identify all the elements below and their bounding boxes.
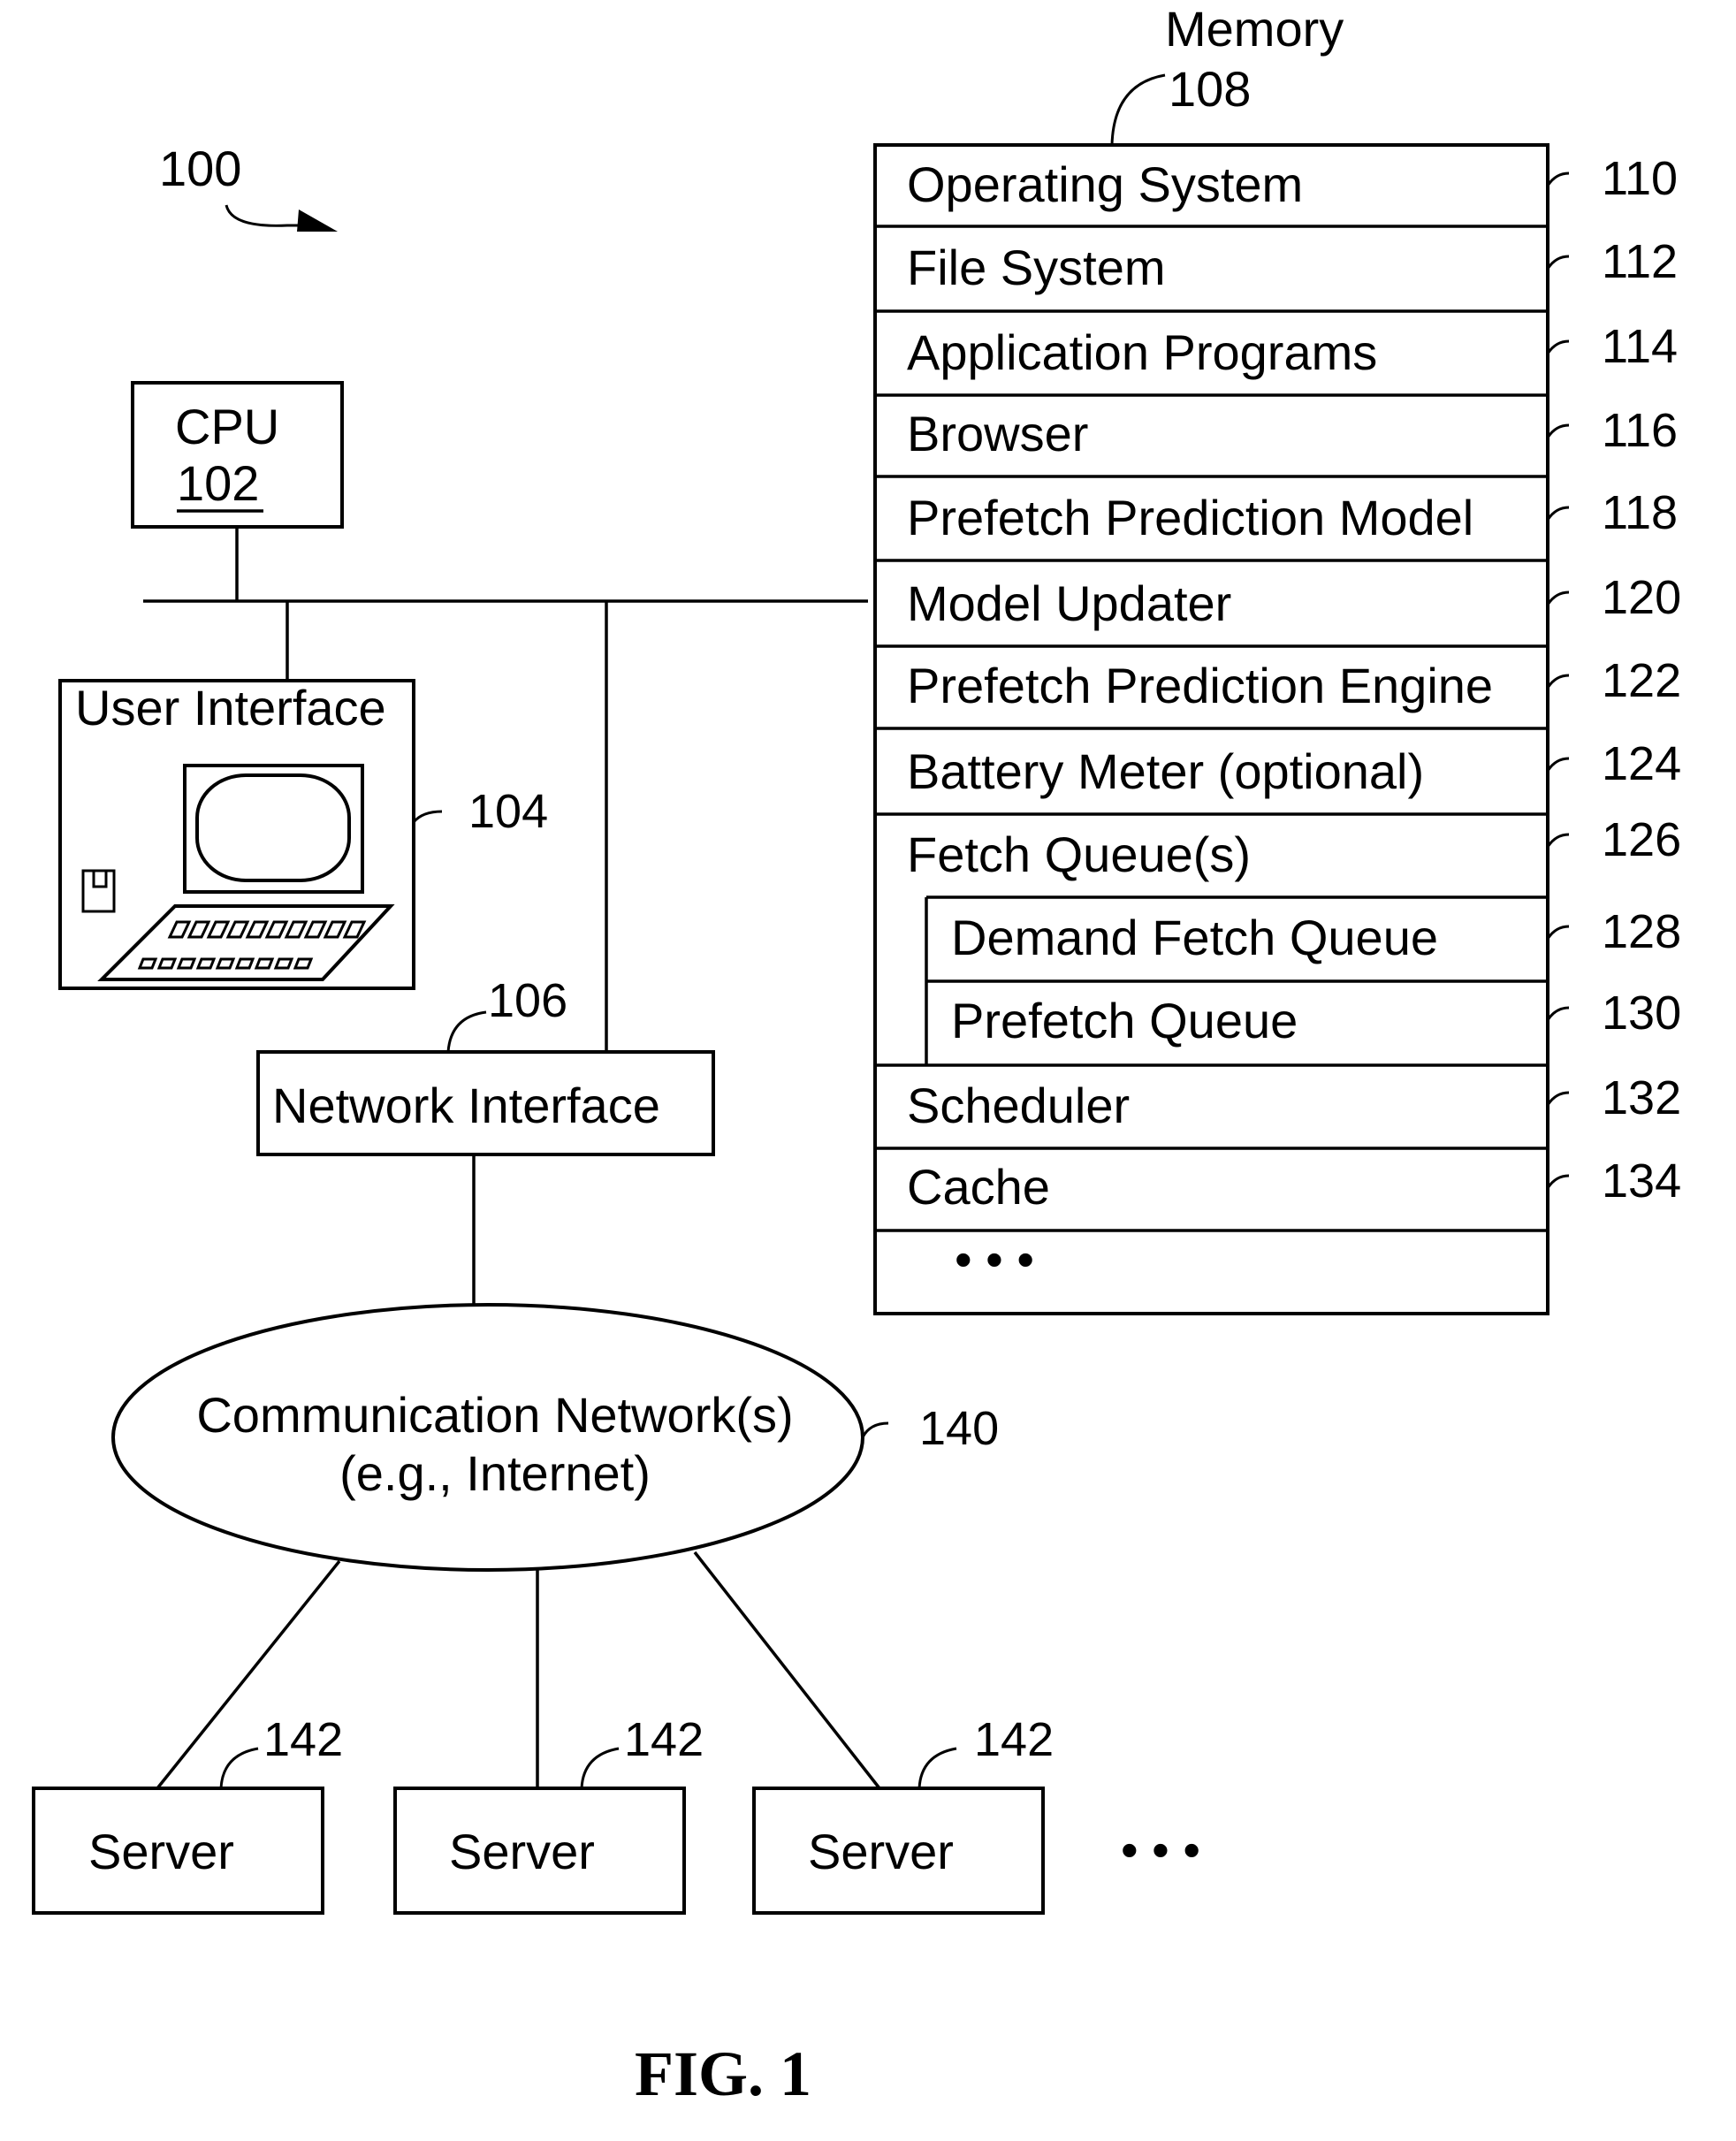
servers-ellipsis: • • • <box>1121 1822 1200 1878</box>
communication-network-ref: 140 <box>919 1402 999 1455</box>
memory-item-browser: Browser <box>907 406 1088 461</box>
server-label: Server <box>808 1824 954 1879</box>
user-interface-label: User Interface <box>75 680 386 735</box>
memory-item-battery-meter: Battery Meter (optional) <box>907 743 1424 799</box>
memory-ref-114: 114 <box>1602 320 1678 373</box>
server-2: Server 142 <box>393 1713 704 1915</box>
network-interface-ref: 106 <box>488 974 567 1027</box>
memory-item-prefetch-prediction-engine: Prefetch Prediction Engine <box>907 658 1493 713</box>
server-1: Server 142 <box>32 1713 343 1915</box>
memory-item-model-updater: Model Updater <box>907 575 1231 631</box>
memory-ref-130: 130 <box>1602 987 1681 1040</box>
memory-item-scheduler: Scheduler <box>907 1078 1130 1133</box>
memory-item-fetch-queues: Fetch Queue(s) <box>907 827 1251 882</box>
memory-item-prefetch-prediction-model: Prefetch Prediction Model <box>907 490 1473 545</box>
server-ref: 142 <box>974 1713 1054 1766</box>
network-interface-label: Network Interface <box>272 1078 660 1133</box>
memory-ref-112: 112 <box>1602 235 1678 288</box>
server-ref: 142 <box>263 1713 343 1766</box>
memory-ref-120: 120 <box>1602 571 1681 624</box>
memory-label: Memory <box>1165 1 1344 57</box>
cpu-label: CPU <box>175 399 279 454</box>
network-server-link-3 <box>693 1551 881 1790</box>
communication-network-sublabel: (e.g., Internet) <box>339 1445 651 1501</box>
memory-ref-leader <box>1110 73 1166 146</box>
server-label: Server <box>88 1824 234 1879</box>
figure-caption: FIG. 1 <box>635 2038 811 2109</box>
system-diagram: 100 CPU 102 User Interface 104 Network I… <box>32 1 1681 2109</box>
system-ref-label: 100 <box>159 141 241 196</box>
memory-ellipsis: • • • <box>955 1231 1034 1287</box>
communication-network-label: Communication Network(s) <box>196 1387 793 1443</box>
cpu-ref: 102 <box>177 455 259 511</box>
memory-ref-124: 124 <box>1602 737 1681 790</box>
server-ref: 142 <box>624 1713 704 1766</box>
network-interface-ref-leader <box>446 1010 487 1053</box>
memory-ref-126: 126 <box>1602 813 1681 866</box>
user-interface-ref-leader <box>412 810 443 824</box>
memory-item-demand-fetch-queue: Demand Fetch Queue <box>951 910 1438 965</box>
memory-item-prefetch-queue: Prefetch Queue <box>951 993 1298 1048</box>
memory-ref-110: 110 <box>1602 152 1678 205</box>
system-ref-arrowhead-icon <box>297 210 338 232</box>
memory-ref-132: 132 <box>1602 1071 1681 1124</box>
memory-ref-116: 116 <box>1602 404 1678 457</box>
server-3: Server 142 <box>752 1713 1054 1915</box>
memory-ref-128: 128 <box>1602 905 1681 958</box>
memory-item-application-programs: Application Programs <box>907 324 1377 380</box>
memory-item-cache: Cache <box>907 1159 1050 1215</box>
memory-ref-122: 122 <box>1602 654 1681 707</box>
communication-network-ref-leader <box>861 1421 889 1438</box>
memory-ref-leaders <box>1546 171 1570 1189</box>
memory-ref: 108 <box>1169 61 1251 117</box>
memory-item-file-system: File System <box>907 240 1166 295</box>
memory-ref-118: 118 <box>1602 486 1678 539</box>
user-interface-ref: 104 <box>468 785 548 838</box>
memory-item-operating-system: Operating System <box>907 156 1303 212</box>
memory-ref-134: 134 <box>1602 1154 1681 1208</box>
server-label: Server <box>449 1824 595 1879</box>
